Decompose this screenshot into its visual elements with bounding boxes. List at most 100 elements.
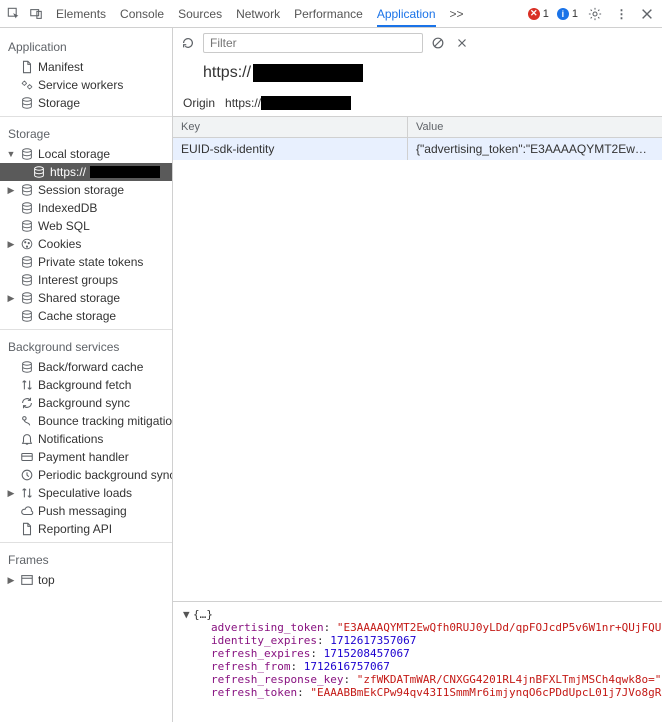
sidebar-item-bounce[interactable]: Bounce tracking mitigations <box>0 412 172 430</box>
sidebar-item-bg-fetch[interactable]: Background fetch <box>0 376 172 394</box>
label: Periodic background sync <box>38 468 173 482</box>
tab-performance[interactable]: Performance <box>294 1 363 27</box>
key: refresh_response_key <box>211 673 343 686</box>
table-body: EUID-sdk-identity {"advertising_token":"… <box>173 138 662 602</box>
db-icon <box>20 183 34 197</box>
sidebar-item-indexeddb[interactable]: IndexedDB <box>0 199 172 217</box>
cookie-icon <box>20 237 34 251</box>
sidebar-item-speculative[interactable]: ▶ Speculative loads <box>0 484 172 502</box>
info-count: 1 <box>572 8 578 20</box>
chevron-down-icon[interactable]: ▼ <box>6 149 16 159</box>
bounce-icon <box>20 414 34 428</box>
key: refresh_from <box>211 660 290 673</box>
sidebar-item-bf-cache[interactable]: Back/forward cache <box>0 358 172 376</box>
detail-field[interactable]: refresh_response_key: "zfWKDATmWAR/CNXGG… <box>183 673 652 686</box>
detail-field[interactable]: refresh_from: 1712616757067 <box>183 660 652 673</box>
tab-elements[interactable]: Elements <box>56 1 106 27</box>
db-icon <box>20 291 34 305</box>
sidebar-item-bg-sync[interactable]: Background sync <box>0 394 172 412</box>
col-key-header[interactable]: Key <box>173 117 408 137</box>
detail-field[interactable]: refresh_expires: 1715208457067 <box>183 647 652 660</box>
sidebar-item-cookies[interactable]: ▶ Cookies <box>0 235 172 253</box>
tab-network[interactable]: Network <box>236 1 280 27</box>
chevron-right-icon[interactable]: ▶ <box>6 488 16 498</box>
sidebar-item-manifest[interactable]: Manifest <box>0 58 172 76</box>
label: IndexedDB <box>38 201 97 215</box>
db-icon <box>20 96 34 110</box>
sidebar-item-reporting[interactable]: Reporting API <box>0 520 172 538</box>
chevron-down-icon[interactable]: ▼ <box>183 608 193 621</box>
sidebar-item-private-state[interactable]: Private state tokens <box>0 253 172 271</box>
info-badge[interactable]: i1 <box>557 8 578 20</box>
section-application: Application <box>0 34 172 58</box>
error-badge[interactable]: ✕1 <box>528 8 549 20</box>
sidebar-item-periodic-sync[interactable]: Periodic background sync <box>0 466 172 484</box>
chevron-right-icon[interactable]: ▶ <box>6 239 16 249</box>
label: Service workers <box>38 78 123 92</box>
tab-sources[interactable]: Sources <box>178 1 222 27</box>
label: Local storage <box>38 147 110 161</box>
storage-url: https:// <box>173 58 662 92</box>
value: 1712617357067 <box>330 634 416 647</box>
table-header: Key Value <box>173 117 662 138</box>
detail-field[interactable]: identity_expires: 1712617357067 <box>183 634 652 647</box>
label: Notifications <box>38 432 103 446</box>
chevron-right-icon[interactable]: ▶ <box>6 293 16 303</box>
cell-value[interactable]: {"advertising_token":"E3AAAAQYMT2EwQfh0R… <box>408 138 662 160</box>
sidebar-item-storage-top[interactable]: Storage <box>0 94 172 112</box>
device-icon[interactable] <box>26 4 46 24</box>
key: refresh_token <box>211 686 297 699</box>
sidebar-item-local-storage[interactable]: ▼ Local storage <box>0 145 172 163</box>
sidebar-item-service-workers[interactable]: Service workers <box>0 76 172 94</box>
detail-field[interactable]: advertising_token: "E3AAAAQYMT2EwQfh0RUJ… <box>183 621 652 634</box>
chevron-right-icon[interactable]: ▶ <box>6 185 16 195</box>
sidebar-item-websql[interactable]: Web SQL <box>0 217 172 235</box>
origin-label: Origin <box>183 96 215 110</box>
section-storage: Storage <box>0 121 172 145</box>
key: refresh_expires <box>211 647 310 660</box>
filter-input[interactable] <box>203 33 423 53</box>
sidebar-item-push[interactable]: Push messaging <box>0 502 172 520</box>
devtools-topbar: Elements Console Sources Network Perform… <box>0 0 662 28</box>
sidebar-item-interest-groups[interactable]: Interest groups <box>0 271 172 289</box>
sidebar-item-cache-storage[interactable]: Cache storage <box>0 307 172 325</box>
sidebar-item-payment[interactable]: Payment handler <box>0 448 172 466</box>
sidebar-item-frame-top[interactable]: ▶ top <box>0 571 172 589</box>
sidebar-item-session-storage[interactable]: ▶ Session storage <box>0 181 172 199</box>
label: Background sync <box>38 396 130 410</box>
topbar-right: ✕1 i1 ⋮ <box>528 5 658 23</box>
error-count: 1 <box>543 8 549 20</box>
tab-more[interactable]: >> <box>450 1 464 27</box>
gear-icon[interactable] <box>586 5 604 23</box>
cell-key[interactable]: EUID-sdk-identity <box>173 138 408 160</box>
origin-prefix: https:// <box>225 96 261 110</box>
inspect-icon[interactable] <box>4 4 24 24</box>
label: Back/forward cache <box>38 360 143 374</box>
clear-all-icon[interactable] <box>429 34 447 52</box>
sidebar-item-local-storage-origin[interactable]: https:// <box>0 163 172 181</box>
label: Push messaging <box>38 504 127 518</box>
close-icon[interactable] <box>638 5 656 23</box>
origin-row: Origin https:// <box>173 92 662 117</box>
tab-console[interactable]: Console <box>120 1 164 27</box>
delete-icon[interactable] <box>453 34 471 52</box>
label: Speculative loads <box>38 486 132 500</box>
refresh-icon[interactable] <box>179 34 197 52</box>
label: Storage <box>38 96 80 110</box>
db-icon <box>20 255 34 269</box>
table-row[interactable]: EUID-sdk-identity {"advertising_token":"… <box>173 138 662 160</box>
chevron-right-icon[interactable]: ▶ <box>6 575 16 585</box>
sidebar-item-shared-storage[interactable]: ▶ Shared storage <box>0 289 172 307</box>
db-icon <box>32 165 46 179</box>
label: Session storage <box>38 183 124 197</box>
cloud-icon <box>20 504 34 518</box>
db-icon <box>20 360 34 374</box>
file-icon <box>20 522 34 536</box>
sidebar-item-notifications[interactable]: Notifications <box>0 430 172 448</box>
col-value-header[interactable]: Value <box>408 117 662 137</box>
tab-application[interactable]: Application <box>377 1 436 27</box>
detail-header[interactable]: ▼{…} <box>183 608 652 621</box>
kebab-icon[interactable]: ⋮ <box>612 5 630 23</box>
detail-field[interactable]: refresh_token: "EAAABBmEkCPw94qv43I1SmmM… <box>183 686 652 699</box>
label: Background fetch <box>38 378 131 392</box>
